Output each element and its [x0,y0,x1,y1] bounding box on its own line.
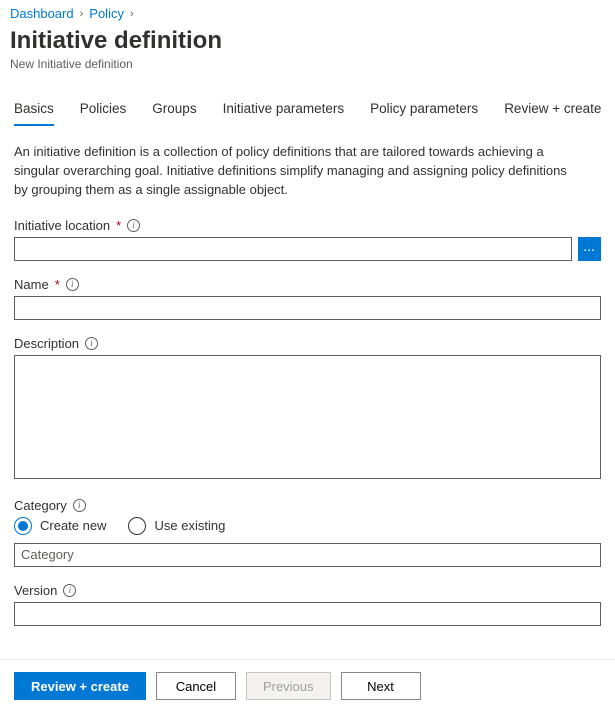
intro-text: An initiative definition is a collection… [0,127,590,210]
breadcrumb-policy[interactable]: Policy [89,6,124,21]
tab-basics[interactable]: Basics [14,101,54,126]
radio-create-new[interactable]: Create new [14,517,106,535]
footer-bar: Review + create Cancel Previous Next [0,659,615,712]
info-icon[interactable]: i [73,499,86,512]
page-title: Initiative definition [10,27,605,55]
radio-icon [14,517,32,535]
info-icon[interactable]: i [66,278,79,291]
ellipsis-icon: ... [584,243,595,254]
label-category: Category [14,498,67,513]
field-description: Description i [14,336,601,482]
label-initiative-location: Initiative location [14,218,110,233]
review-create-button[interactable]: Review + create [14,672,146,700]
label-version: Version [14,583,57,598]
form: Initiative location * i ... Name * i Des… [0,210,615,626]
version-input[interactable] [14,602,601,626]
tab-review-create[interactable]: Review + create [504,101,601,126]
chevron-right-icon: › [130,8,134,20]
label-name: Name [14,277,49,292]
radio-use-existing[interactable]: Use existing [128,517,225,535]
radio-icon [128,517,146,535]
tab-initiative-parameters[interactable]: Initiative parameters [223,101,345,126]
previous-button: Previous [246,672,331,700]
info-icon[interactable]: i [127,219,140,232]
radio-create-new-label: Create new [40,518,106,533]
chevron-right-icon: › [80,8,84,20]
tab-policies[interactable]: Policies [80,101,127,126]
radio-use-existing-label: Use existing [154,518,225,533]
field-category: Category i Create new Use existing [14,498,601,567]
required-indicator: * [55,277,60,292]
location-picker-button[interactable]: ... [578,237,601,261]
next-button[interactable]: Next [341,672,421,700]
field-initiative-location: Initiative location * i ... [14,218,601,261]
page-header: Initiative definition New Initiative def… [0,23,615,79]
category-input[interactable] [14,543,601,567]
breadcrumb: Dashboard › Policy › [0,0,615,23]
tab-groups[interactable]: Groups [152,101,196,126]
cancel-button[interactable]: Cancel [156,672,236,700]
initiative-location-input[interactable] [14,237,572,261]
tab-bar: Basics Policies Groups Initiative parame… [0,79,615,127]
tab-policy-parameters[interactable]: Policy parameters [370,101,478,126]
breadcrumb-dashboard[interactable]: Dashboard [10,6,74,21]
info-icon[interactable]: i [85,337,98,350]
required-indicator: * [116,218,121,233]
field-version: Version i [14,583,601,626]
field-name: Name * i [14,277,601,320]
label-description: Description [14,336,79,351]
info-icon[interactable]: i [63,584,76,597]
name-input[interactable] [14,296,601,320]
description-input[interactable] [14,355,601,479]
page-subtitle: New Initiative definition [10,57,605,71]
